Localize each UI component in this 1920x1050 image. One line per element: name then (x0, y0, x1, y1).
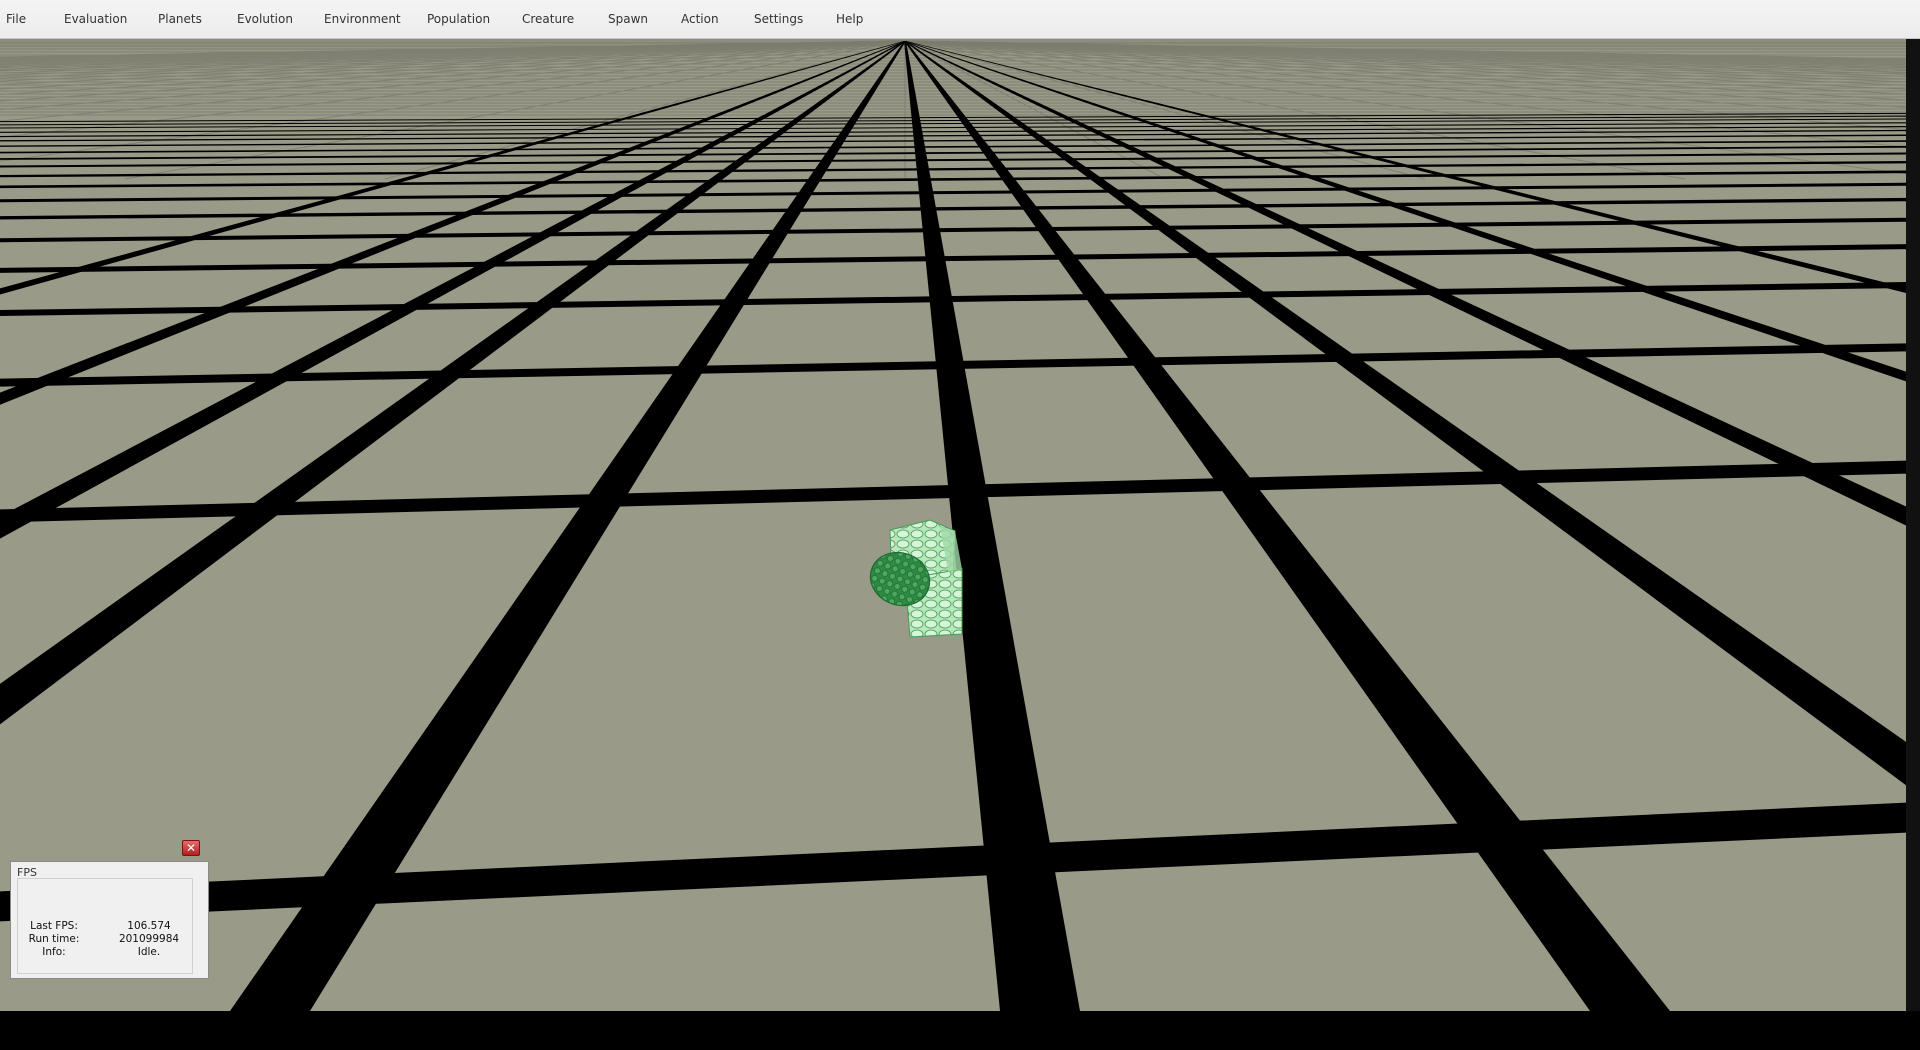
3d-viewport[interactable] (0, 39, 1906, 1011)
application-window: File Evaluation Planets Evolution Enviro… (0, 0, 1920, 1050)
menu-planets[interactable]: Planets (158, 12, 202, 26)
fps-info-panel: Last FPS: 106.574 Run time: 201099984 In… (17, 878, 193, 974)
last-fps-label: Last FPS: (30, 920, 78, 932)
info-value: Idle. (137, 946, 161, 958)
menu-action[interactable]: Action (681, 12, 719, 26)
menu-spawn[interactable]: Spawn (608, 12, 648, 26)
run-time-label: Run time: (28, 933, 80, 945)
menu-environment[interactable]: Environment (324, 12, 401, 26)
close-icon[interactable]: ✕ (182, 840, 200, 856)
menu-bar: File Evaluation Planets Evolution Enviro… (0, 0, 1920, 39)
info-label: Info: (42, 946, 66, 958)
viewport-edge (1906, 39, 1920, 1011)
menu-file[interactable]: File (6, 12, 26, 26)
scene-canvas[interactable] (0, 39, 1906, 1011)
menu-settings[interactable]: Settings (754, 12, 803, 26)
run-time-value: 201099984 (118, 933, 180, 945)
last-fps-value: 106.574 (127, 920, 171, 932)
fps-window[interactable]: FPS Last FPS: 106.574 Run time: 20109998… (10, 861, 209, 979)
menu-population[interactable]: Population (427, 12, 490, 26)
menu-evolution[interactable]: Evolution (237, 12, 293, 26)
menu-evaluation[interactable]: Evaluation (64, 12, 127, 26)
menu-creature[interactable]: Creature (522, 12, 574, 26)
menu-help[interactable]: Help (836, 12, 863, 26)
